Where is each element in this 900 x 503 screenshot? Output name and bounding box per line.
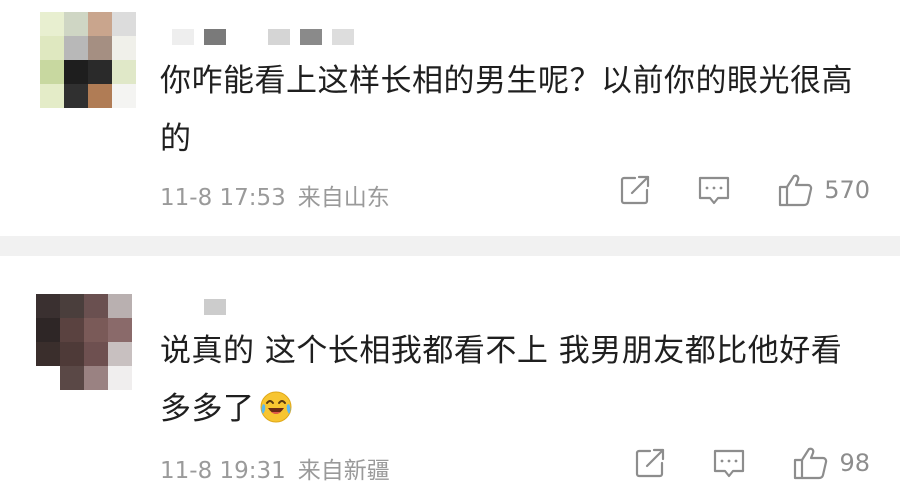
avatar[interactable] bbox=[36, 294, 132, 390]
username-pixel bbox=[172, 299, 194, 315]
avatar-pixel bbox=[108, 342, 132, 366]
username-pixel bbox=[300, 29, 322, 45]
username-blurred[interactable] bbox=[172, 298, 226, 316]
avatar-pixel bbox=[84, 342, 108, 366]
avatar-pixel bbox=[36, 366, 60, 390]
avatar-pixel bbox=[64, 60, 88, 84]
avatar[interactable] bbox=[40, 12, 136, 108]
avatar-pixel bbox=[108, 318, 132, 342]
avatar-pixel bbox=[84, 366, 108, 390]
avatar-pixel bbox=[40, 12, 64, 36]
comment-actions: 98 bbox=[633, 445, 870, 481]
thumbs-up-icon bbox=[794, 447, 828, 480]
thumbs-up-icon bbox=[779, 174, 813, 207]
avatar-pixel bbox=[40, 60, 64, 84]
avatar-pixel bbox=[40, 84, 64, 108]
share-icon bbox=[621, 175, 650, 205]
like-count: 98 bbox=[839, 449, 870, 477]
comment-text: 你咋能看上这样长相的男生呢？以前你的眼光很高的 bbox=[160, 63, 853, 157]
comment-time: 11-8 19:31 bbox=[160, 458, 286, 484]
laughing-crying-emoji-icon bbox=[260, 391, 291, 423]
share-icon bbox=[636, 448, 665, 478]
comment-meta: 11-8 19:31 来自新疆 bbox=[160, 451, 390, 485]
username-pixel bbox=[172, 29, 194, 45]
avatar-pixel bbox=[64, 36, 88, 60]
avatar-pixel bbox=[84, 294, 108, 318]
avatar-pixel bbox=[40, 36, 64, 60]
avatar-pixel bbox=[108, 366, 132, 390]
avatar-pixel bbox=[60, 366, 84, 390]
comment-icon bbox=[714, 449, 745, 478]
username-pixel bbox=[204, 299, 226, 315]
avatar-pixel bbox=[84, 318, 108, 342]
comment-time: 11-8 17:53 bbox=[160, 185, 286, 211]
like-button[interactable]: 570 bbox=[776, 172, 870, 208]
avatar-pixel bbox=[64, 12, 88, 36]
avatar-pixel bbox=[36, 318, 60, 342]
username-pixel bbox=[268, 29, 290, 45]
username-pixel bbox=[204, 29, 226, 45]
comment-icon bbox=[699, 176, 730, 205]
avatar-pixel bbox=[112, 84, 136, 108]
like-count: 570 bbox=[824, 176, 870, 204]
like-button[interactable]: 98 bbox=[791, 445, 870, 481]
comment-location: 来自山东 bbox=[297, 185, 390, 211]
avatar-pixel bbox=[60, 342, 84, 366]
avatar-pixel bbox=[112, 60, 136, 84]
share-button[interactable] bbox=[633, 446, 667, 480]
avatar-pixel bbox=[88, 12, 112, 36]
reply-button[interactable] bbox=[711, 446, 747, 480]
comment-card: 你咋能看上这样长相的男生呢？以前你的眼光很高的 11-8 17:53 来自山东 bbox=[0, 0, 900, 236]
username-pixel bbox=[236, 29, 258, 45]
avatar-pixel bbox=[88, 60, 112, 84]
avatar-pixel bbox=[60, 294, 84, 318]
avatar-pixel bbox=[64, 84, 88, 108]
avatar-pixel bbox=[112, 12, 136, 36]
avatar-pixel bbox=[88, 84, 112, 108]
avatar-pixel bbox=[60, 318, 84, 342]
avatar-pixel bbox=[112, 36, 136, 60]
comment-meta: 11-8 17:53 来自山东 bbox=[160, 178, 390, 212]
avatar-pixel bbox=[36, 294, 60, 318]
comment-location: 来自新疆 bbox=[297, 458, 390, 484]
comment-card: 说真的 这个长相我都看不上 我男朋友都比他好看多多了 11-8 19:31 来自新… bbox=[0, 256, 900, 503]
reply-button[interactable] bbox=[696, 173, 732, 207]
avatar-pixel bbox=[36, 342, 60, 366]
comment-actions: 570 bbox=[618, 172, 870, 208]
share-button[interactable] bbox=[618, 173, 652, 207]
avatar-pixel bbox=[108, 294, 132, 318]
comment-text: 说真的 这个长相我都看不上 我男朋友都比他好看多多了 bbox=[160, 322, 860, 438]
avatar-pixel bbox=[88, 36, 112, 60]
username-pixel bbox=[332, 29, 354, 45]
username-blurred[interactable] bbox=[172, 28, 354, 46]
comment-divider bbox=[0, 236, 900, 256]
